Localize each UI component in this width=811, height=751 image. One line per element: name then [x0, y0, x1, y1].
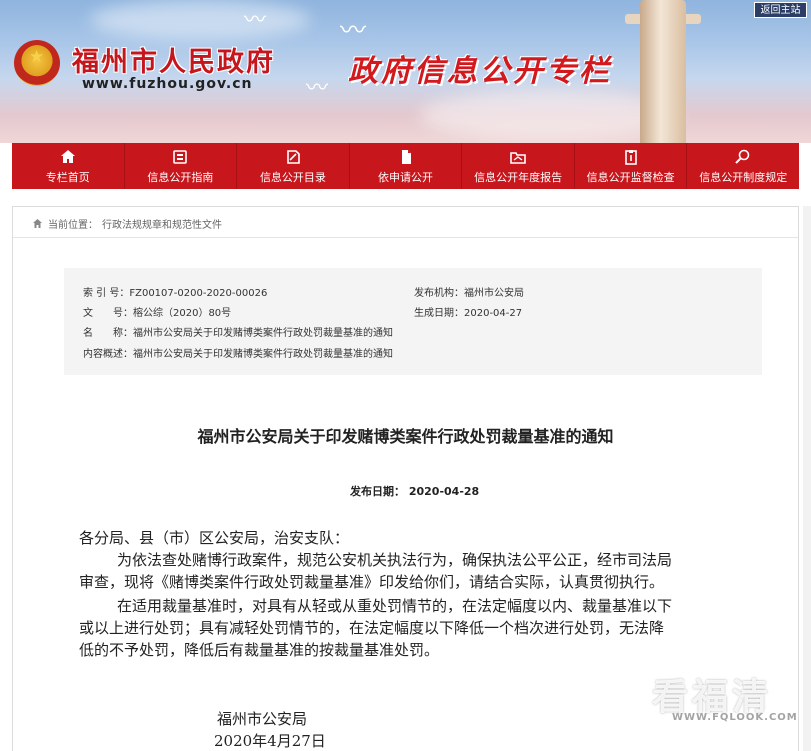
- paragraph-line: 为依法查处赌博行政案件，规范公安机关执法行为，确保执法公平公正，经市司法局: [117, 551, 673, 569]
- meta-value: FZ00107-0200-2020-00026: [129, 288, 268, 299]
- meta-value: 2020-04-27: [464, 308, 523, 319]
- nav-label: 信息公开制度规定: [699, 170, 788, 184]
- clipboard-icon: [624, 149, 637, 165]
- meta-value: 福州市公安局关于印发赌博类案件行政处罚裁量基准的通知: [133, 328, 393, 339]
- sign-date: 2020年4月27日: [214, 732, 326, 750]
- divider: [13, 237, 798, 238]
- meta-created-date: 生成日期：2020-04-27: [414, 304, 522, 319]
- paragraph-line: 在适用裁量基准时，对具有从轻或从重处罚情节的，在法定幅度以内、裁量基准以下: [117, 597, 673, 615]
- watermark-url: WWW.FQLOOK.COM: [672, 712, 798, 723]
- breadcrumb-prefix: 当前位置：: [48, 220, 98, 231]
- home-icon: [60, 149, 75, 163]
- site-name: 福州市人民政府: [72, 47, 275, 78]
- publish-date: 发布日期： 2020-04-28: [350, 485, 480, 498]
- nav-label: 信息公开目录: [259, 170, 326, 184]
- scrollbar[interactable]: [803, 206, 811, 751]
- star-icon: ★: [29, 47, 45, 67]
- meta-label: 发布机构：: [414, 288, 464, 299]
- paragraph-line: 低的不予处罚，降低后有裁量基准的按裁量基准处罚。: [79, 641, 440, 659]
- nav-item-supervision[interactable]: 信息公开监督检查: [575, 143, 688, 189]
- nav-label: 依申请公开: [378, 170, 434, 184]
- dove-icon: 〰: [306, 76, 329, 101]
- breadcrumb: 当前位置： 行政法规规章和规范性文件: [32, 216, 222, 231]
- cloud-decoration: [90, 0, 310, 40]
- meta-summary: 内容概述：福州市公安局关于印发赌博类案件行政处罚裁量基准的通知: [83, 345, 393, 360]
- search-icon: [735, 149, 750, 164]
- folder-icon: [510, 151, 526, 164]
- meta-label: 文 号：: [83, 308, 133, 319]
- signature: 福州市公安局: [217, 710, 308, 728]
- nav-item-catalog[interactable]: 信息公开目录: [237, 143, 350, 189]
- paragraph-line: 审查，现将《赌博类案件行政处罚裁量基准》印发给你们，请结合实际，认真贯彻执行。: [79, 573, 665, 591]
- nav-item-home[interactable]: 专栏首页: [12, 143, 125, 189]
- meta-label: 索 引 号：: [83, 288, 130, 299]
- dove-icon: 〰: [244, 8, 267, 33]
- meta-name: 名 称：福州市公安局关于印发赌博类案件行政处罚裁量基准的通知: [83, 324, 393, 339]
- meta-value: 福州市公安局关于印发赌博类案件行政处罚裁量基准的通知: [133, 349, 393, 360]
- nav-label: 专栏首页: [45, 170, 90, 184]
- header-banner: 〰 〰 〰 ★ 福州市人民政府 www.fuzhou.gov.cn 政府信息公开…: [0, 0, 811, 143]
- document-title: 福州市公安局关于印发赌博类案件行政处罚裁量基准的通知: [197, 427, 614, 446]
- document-icon: [401, 149, 411, 164]
- site-url: www.fuzhou.gov.cn: [82, 76, 253, 92]
- meta-doc-number: 文 号：榕公综（2020）80号: [83, 304, 231, 319]
- catalog-icon: [287, 149, 300, 164]
- nav-label: 信息公开年度报告: [474, 170, 563, 184]
- meta-value: 榕公综（2020）80号: [133, 308, 232, 319]
- nav-label: 信息公开指南: [147, 170, 214, 184]
- salutation: 各分局、县（市）区公安局，治安支队：: [79, 529, 350, 547]
- breadcrumb-link[interactable]: 行政法规规章和规范性文件: [102, 216, 222, 231]
- main-nav: 专栏首页 信息公开指南 信息公开目录 依申请公开 信息公开年度报告 信息公开监督…: [12, 143, 799, 189]
- meta-label: 名 称：: [83, 328, 133, 339]
- dove-icon: 〰: [340, 16, 367, 46]
- nav-item-regulations[interactable]: 信息公开制度规定: [687, 143, 799, 189]
- huabiao-pillar: [640, 0, 686, 143]
- paragraph-line: 或以上进行处罚；具有减轻处罚情节的，在法定幅度以下降低一个档次进行处罚，无法降: [79, 619, 665, 637]
- nav-item-guide[interactable]: 信息公开指南: [125, 143, 238, 189]
- meta-publisher: 发布机构：福州市公安局: [414, 284, 524, 299]
- home-icon: [33, 219, 42, 228]
- metadata-box: 索 引 号：FZ00107-0200-2020-00026 文 号：榕公综（20…: [64, 268, 762, 375]
- meta-label: 生成日期：: [414, 308, 464, 319]
- back-to-main-button[interactable]: 返回主站: [754, 2, 807, 18]
- meta-label: 内容概述：: [83, 349, 133, 360]
- meta-value: 福州市公安局: [464, 288, 524, 299]
- guide-icon: [173, 149, 188, 164]
- nav-item-annual-report[interactable]: 信息公开年度报告: [462, 143, 575, 189]
- nav-label: 信息公开监督检查: [586, 170, 675, 184]
- meta-index: 索 引 号：FZ00107-0200-2020-00026: [83, 284, 267, 299]
- nav-item-apply[interactable]: 依申请公开: [350, 143, 463, 189]
- banner-title: 政府信息公开专栏: [348, 54, 612, 89]
